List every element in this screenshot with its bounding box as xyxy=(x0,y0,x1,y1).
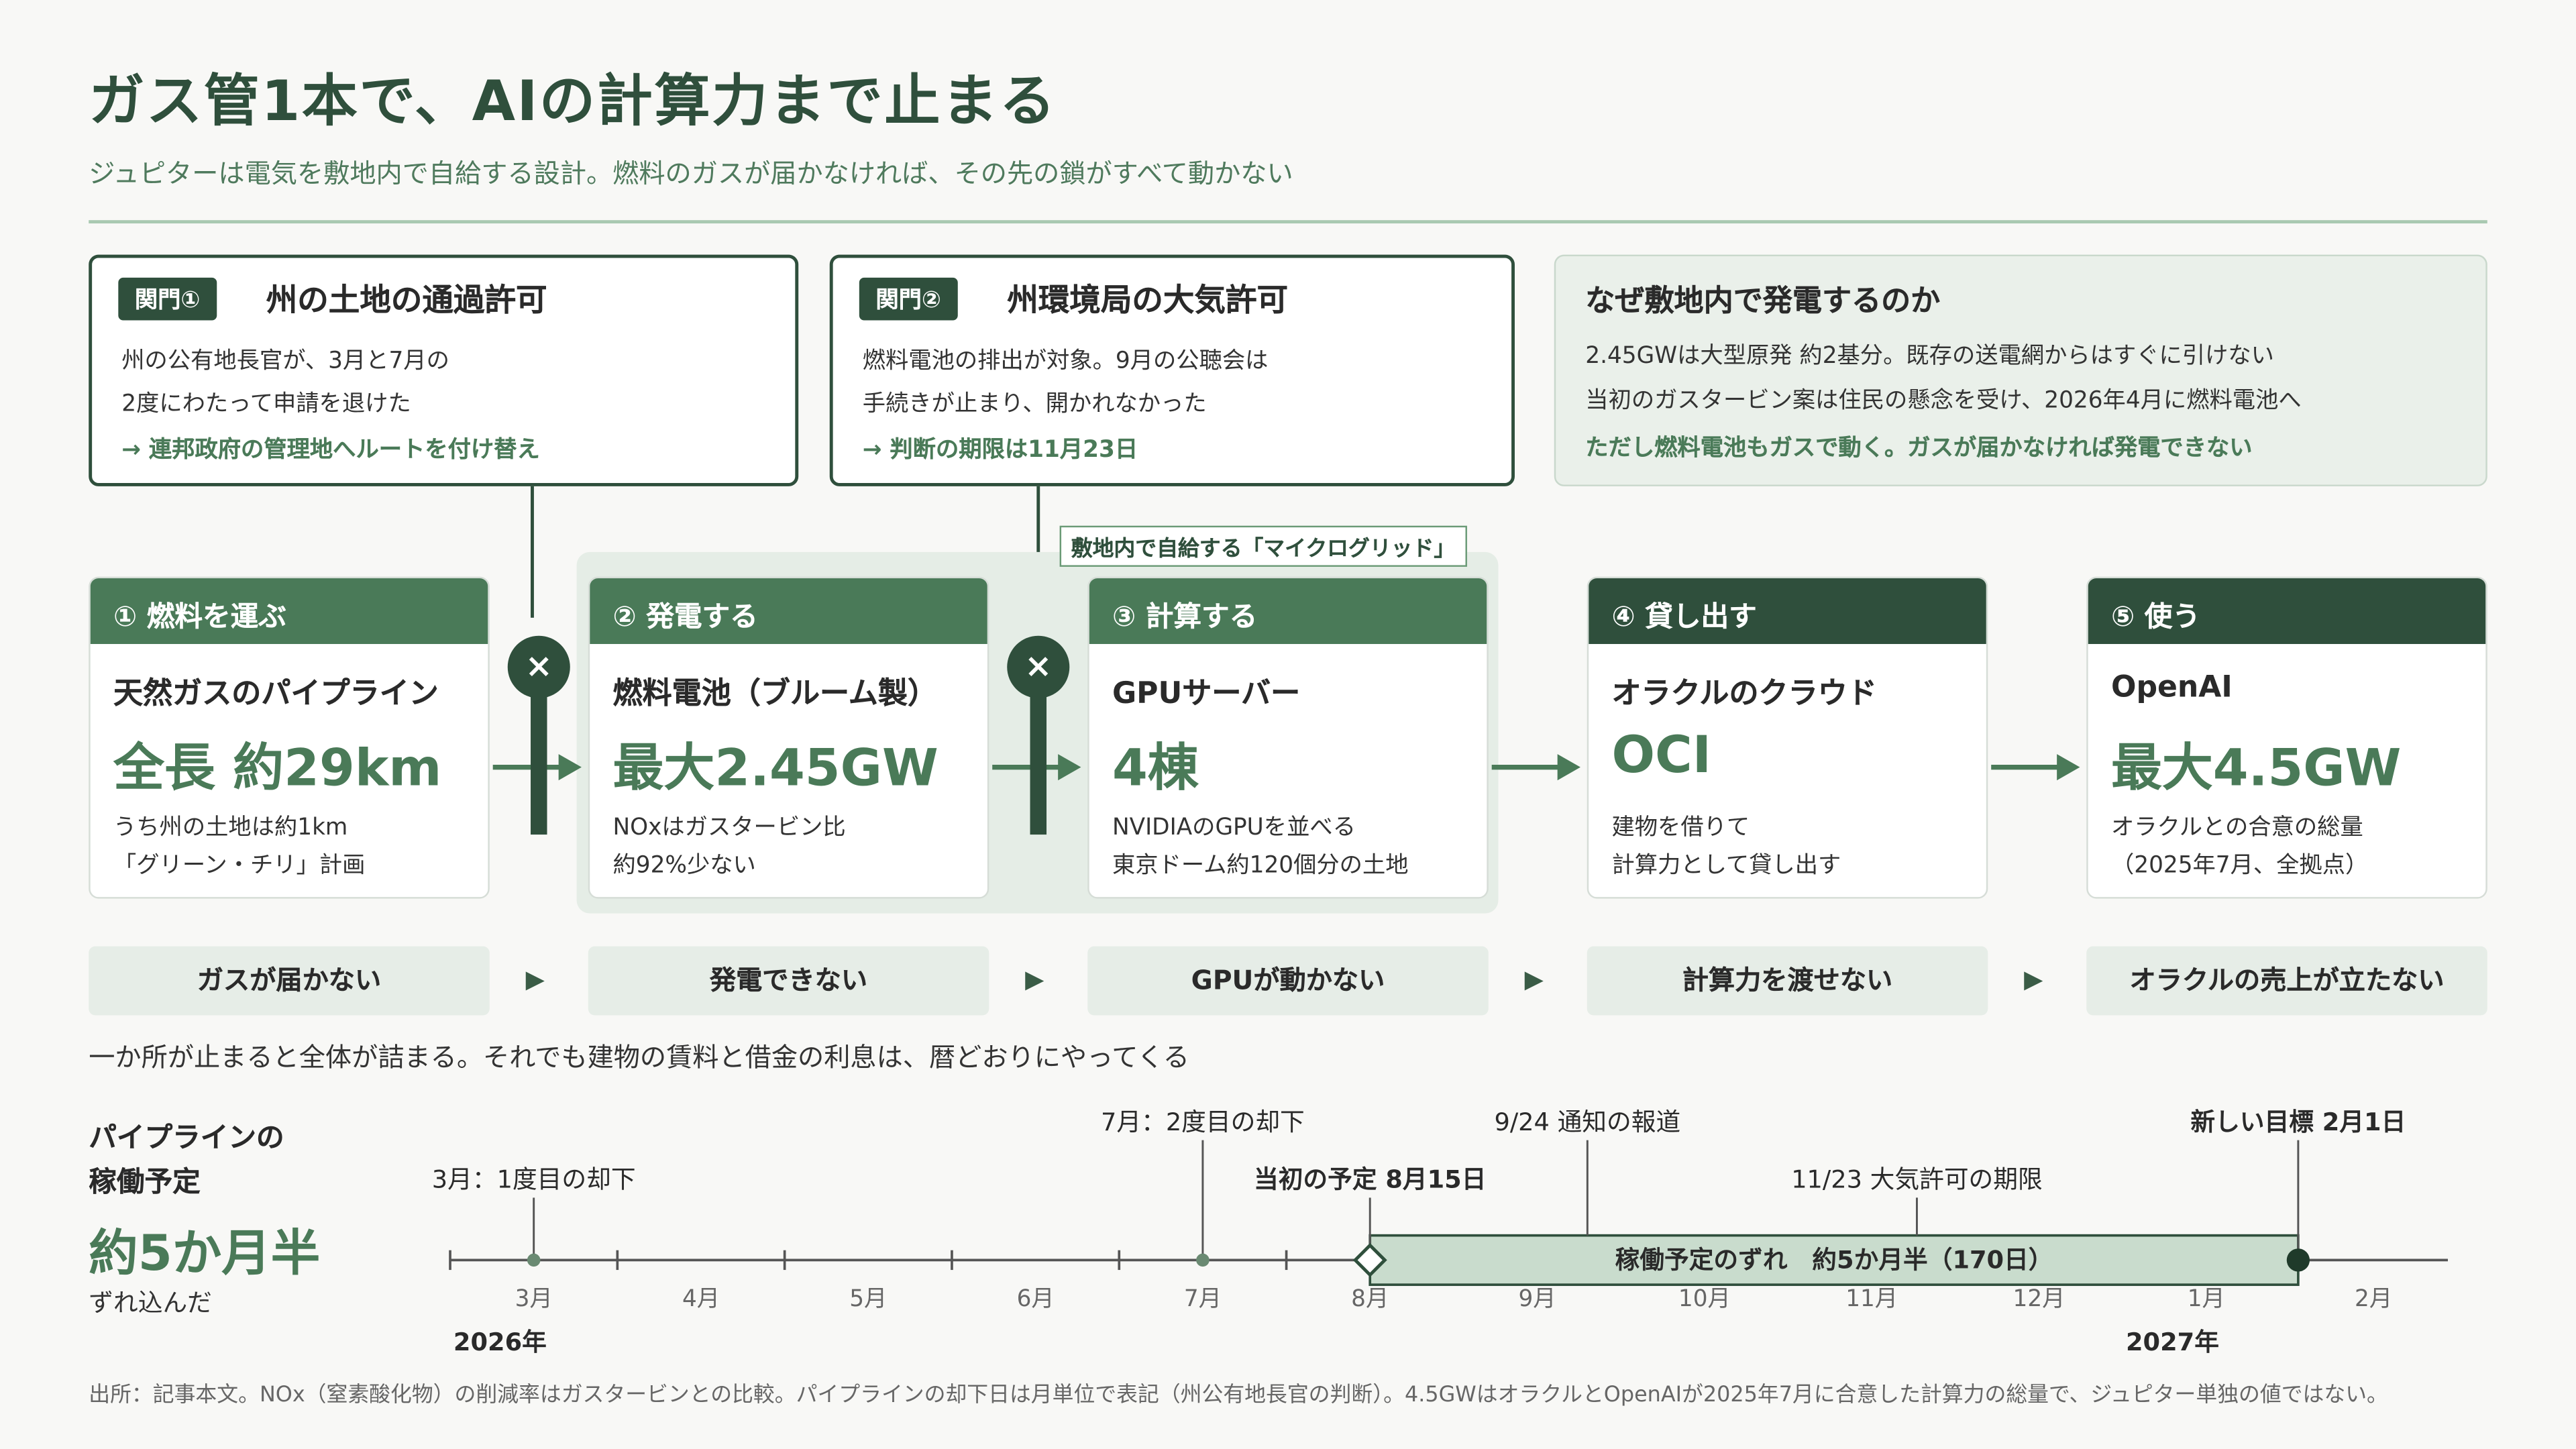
timeline-month-label: 10月 xyxy=(1678,1285,1731,1312)
event-label: 新しい目標 2月1日 xyxy=(2190,1108,2406,1136)
timeline-year-label: 2027年 xyxy=(2126,1328,2219,1356)
event-label: 11/23 大気許可の期限 xyxy=(1791,1165,2043,1194)
timeline-month-label: 11月 xyxy=(1845,1285,1898,1312)
timeline-month-label: 6月 xyxy=(1017,1285,1055,1312)
delay-bar-label: 稼働予定のずれ 約5か月半（170日） xyxy=(1615,1246,2053,1275)
timeline-month-label: 7月 xyxy=(1184,1285,1222,1312)
timeline-month-label: 9月 xyxy=(1518,1285,1556,1312)
timeline-month-label: 8月 xyxy=(1351,1285,1389,1312)
event-label: 当初の予定 8月15日 xyxy=(1254,1165,1486,1194)
timeline-month-label: 5月 xyxy=(849,1285,887,1312)
event-dot xyxy=(527,1253,541,1267)
timeline-month-label: 2月 xyxy=(2355,1285,2392,1312)
stage: ガス管1本で、AIの計算力まで止まる ジュピターは電気を敷地内で自給する設計。燃… xyxy=(0,0,2576,1449)
event-label: 9/24 通知の報道 xyxy=(1494,1108,1680,1136)
timeline-month-label: 1月 xyxy=(2188,1285,2225,1312)
timeline-month-label: 3月 xyxy=(515,1285,553,1312)
event-dot xyxy=(1196,1253,1210,1267)
event-label: 3月：1度目の却下 xyxy=(432,1165,636,1194)
timeline-month-label: 12月 xyxy=(2013,1285,2065,1312)
timeline-month-label: 4月 xyxy=(682,1285,720,1312)
event-label: 7月：2度目の却下 xyxy=(1101,1108,1305,1136)
event-circle xyxy=(2286,1248,2310,1272)
timeline: 3月 4月 5月 6月 7月 8月 9月 10月 11月 12月 1月 2月 2026年 2027年 稼働予… xyxy=(432,1108,2449,1356)
footnote: 出所：記事本文。NOx（窒素酸化物）の削減率はガスタービンとの比較。パイプライン… xyxy=(89,1383,2388,1408)
timeline-year-label: 2026年 xyxy=(453,1328,547,1356)
